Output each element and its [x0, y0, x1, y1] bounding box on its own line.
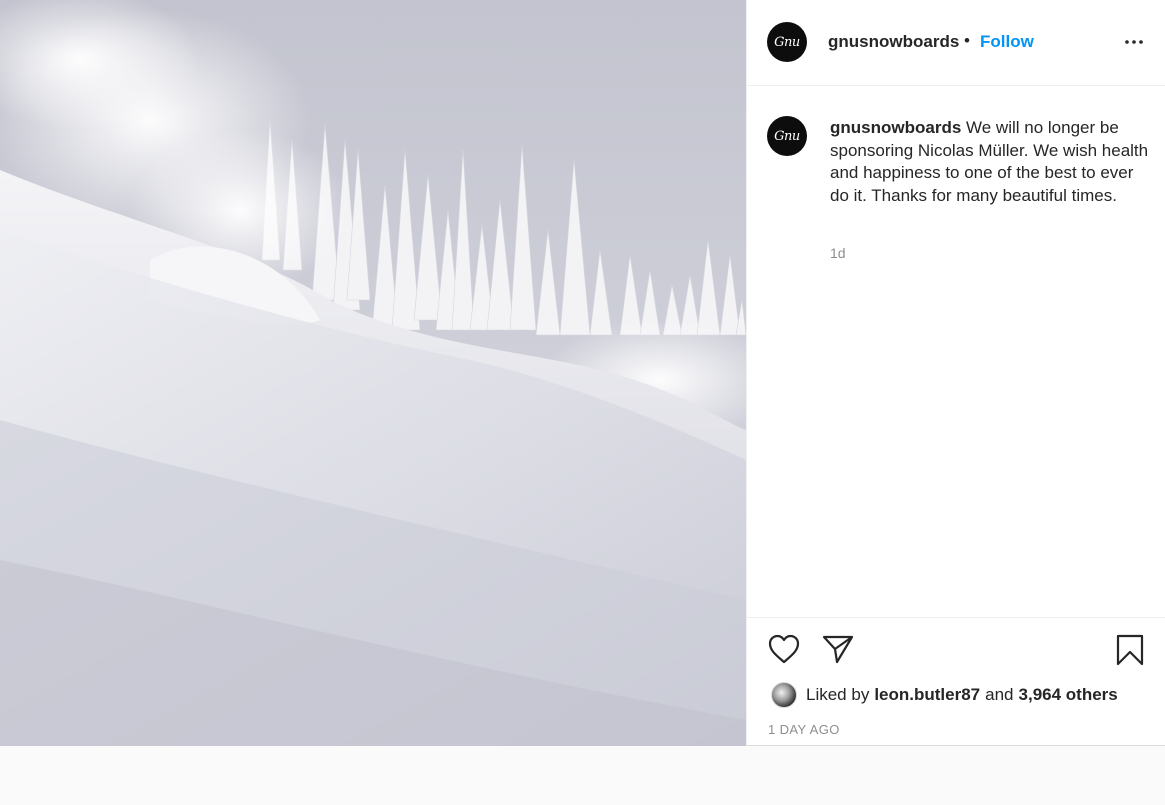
- follow-button[interactable]: Follow: [980, 32, 1034, 52]
- post-sidebar: Gnu gnusnowboards • Follow Gnu gnusnowbo…: [746, 0, 1165, 746]
- heart-icon: [768, 634, 800, 664]
- separator-dot: •: [964, 31, 970, 50]
- bookmark-icon: [1116, 634, 1144, 666]
- caption-timestamp[interactable]: 1d: [830, 245, 846, 261]
- likes-summary: Liked by leon.butler87 and 3,964 others: [771, 682, 1123, 708]
- like-button[interactable]: [767, 633, 801, 670]
- likes-others-link[interactable]: 3,964 others: [1019, 685, 1118, 705]
- action-bar: Liked by leon.butler87 and 3,964 others …: [747, 617, 1165, 746]
- share-button[interactable]: [821, 633, 855, 670]
- save-button[interactable]: [1115, 633, 1145, 672]
- snowy-slope-photo: [0, 0, 746, 746]
- post-container: Gnu gnusnowboards • Follow Gnu gnusnowbo…: [0, 0, 1165, 746]
- paper-plane-icon: [822, 635, 854, 664]
- more-horizontal-icon: [1125, 40, 1143, 44]
- author-avatar[interactable]: Gnu: [767, 22, 807, 62]
- liker-avatar[interactable]: [771, 682, 797, 708]
- more-options-button[interactable]: [1119, 30, 1149, 54]
- liker-username[interactable]: leon.butler87: [874, 685, 980, 705]
- caption-username[interactable]: gnusnowboards: [830, 118, 961, 137]
- caption-avatar[interactable]: Gnu: [767, 116, 807, 156]
- post-date[interactable]: 1 DAY AGO: [768, 722, 840, 737]
- author-username[interactable]: gnusnowboards: [828, 32, 959, 52]
- likes-joiner: and: [985, 685, 1014, 704]
- post-image[interactable]: [0, 0, 746, 746]
- liked-by-prefix: Liked by: [806, 685, 870, 704]
- post-header: Gnu gnusnowboards • Follow: [747, 0, 1165, 86]
- caption-text: gnusnowboards We will no longer be spons…: [830, 117, 1150, 207]
